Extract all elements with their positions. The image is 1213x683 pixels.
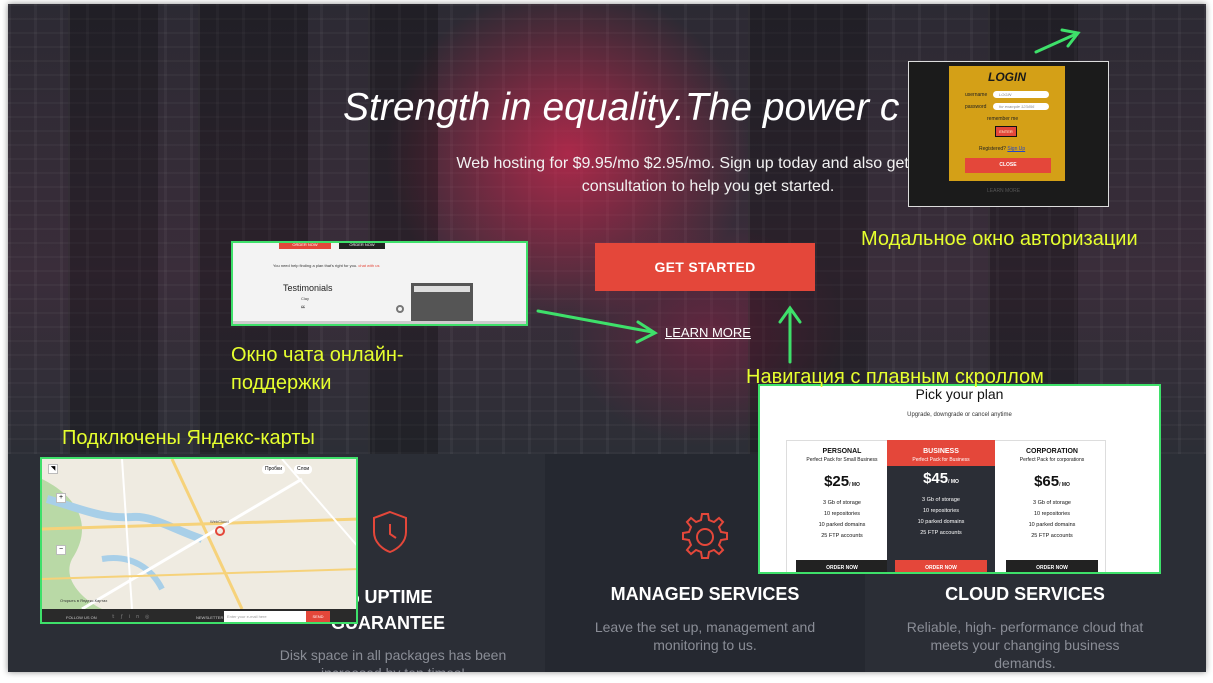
chat-window-screenshot: ORDER NOW ORDER NOW You need help findin… [231,241,528,326]
plan-name: PERSONAL [822,448,862,455]
order-now-button[interactable]: ORDER NOW [796,560,888,572]
learn-more-faint: LEARN MORE [987,188,1021,194]
email-input[interactable]: Enter your e-mail here [224,611,306,622]
plan-price: $45/ MO [923,470,959,487]
registered-text: Registered? [979,146,1006,152]
plan-tag: Perfect Pack for Small Business [806,457,878,463]
password-label: password [965,104,987,110]
testimonial-name: Clay [301,296,310,301]
chat-link[interactable]: chat with us [358,263,379,268]
order-button[interactable]: ORDER NOW [279,243,331,249]
pricing-subtitle: Upgrade, downgrade or cancel anytime [907,412,1012,418]
feature-desc: Disk space in all packages has been incr… [279,647,507,672]
zoom-out-icon[interactable]: − [56,545,66,555]
chat-intro: You need help finding a plan that's righ… [273,263,379,268]
plan-features: 3 Gb of storage 10 repositories 10 parked… [818,500,866,539]
plan-tag: Perfect Pack for corporations [1019,457,1085,463]
divider [233,321,526,324]
zoom-in-icon[interactable]: + [56,493,66,503]
username-label: username [965,92,988,98]
enter-button[interactable]: ENTER [995,126,1017,137]
plan-price: $65/ MO [1034,473,1070,490]
hero-subtitle: Web hosting for $9.95/mo $2.95/mo. Sign … [456,155,960,195]
refresh-icon[interactable] [396,305,404,313]
order-now-button[interactable]: ORDER NOW [1006,560,1098,572]
gear-icon [682,513,728,559]
server-rack-bg [68,4,158,454]
plan-name: BUSINESS [923,448,959,455]
feature-desc: Leave the set up, management and monitor… [594,619,816,653]
shield-icon [373,510,407,554]
login-modal: LOGIN username LOGIN password for exampl… [949,66,1065,181]
get-started-button[interactable]: GET STARTED [595,243,815,291]
annotation-maps: Подключены Яндекс-карты [62,427,315,449]
plan-name: CORPORATION [1026,448,1078,455]
feature-title: MANAGED SERVICES [610,584,800,604]
yandex-map-screenshot: ◥ Пробки Слои + − WebCloud Открыть в Янд… [40,457,358,624]
quote-icon: “ [301,303,305,317]
layers-button[interactable]: Слои [294,465,313,474]
feature-title: CLOUD SERVICES [945,584,1105,604]
remember-label[interactable]: remember me [987,116,1018,122]
feature-desc: Reliable, high- performance cloud that m… [906,619,1144,671]
chat-panel[interactable] [411,283,473,324]
close-button[interactable]: CLOSE [965,158,1051,173]
plan-corporation: CORPORATION Perfect Pack for corporation… [998,440,1106,572]
plan-features: 3 Gb of storage 10 repositories 10 parked… [917,497,965,536]
testimonials-title: Testimonials [283,283,333,293]
chat-input[interactable] [414,286,470,292]
login-modal-screenshot: LOGIN username LOGIN password for exampl… [908,61,1109,207]
follow-label: FOLLOW US ON [66,615,97,620]
plan-personal: PERSONAL Perfect Pack for Small Business… [788,440,896,572]
login-title: LOGIN [988,70,1026,84]
order-button[interactable]: ORDER NOW [339,243,385,249]
social-icons[interactable]: 𝕥ƒin◎ [112,614,155,620]
pricing-screenshot: Pick your plan Upgrade, downgrade or can… [758,384,1161,574]
plan-tag: Perfect Pack for Business [912,457,970,463]
annotation-nav: Навигация с плавным скроллом [746,366,1044,388]
plan-business: BUSINESS Perfect Pack for Business $45/ … [887,440,995,572]
open-in-yandex-link[interactable]: Открыть в Яндекс.Картах [60,598,107,603]
order-now-button[interactable]: ORDER NOW [895,560,987,572]
map-marker-label: WebCloud [210,519,229,524]
newsletter-label: NEWSLETTER [196,615,224,620]
traffic-button[interactable]: Пробки [262,465,285,474]
annotation-chat: Окно чата онлайн- поддержки [231,344,404,394]
username-input[interactable]: LOGIN [993,91,1049,98]
registered-row: Registered? Sign Up [979,146,1025,152]
annotation-login: Модальное окно авторизации [861,228,1138,250]
plan-features: 3 Gb of storage 10 repositories 10 parked… [1028,500,1076,539]
plan-price: $25/ MO [824,473,860,490]
send-button[interactable]: SEND [306,611,330,622]
password-input[interactable]: for example 123456 [993,103,1049,110]
learn-more-link[interactable]: LEARN MORE [665,325,751,340]
signup-link[interactable]: Sign Up [1007,146,1025,152]
cursor-tool-icon[interactable]: ◥ [48,464,58,474]
chat-intro-text: You need help finding a plan that's righ… [273,263,358,268]
plan-header: BUSINESS Perfect Pack for Business [887,440,995,466]
